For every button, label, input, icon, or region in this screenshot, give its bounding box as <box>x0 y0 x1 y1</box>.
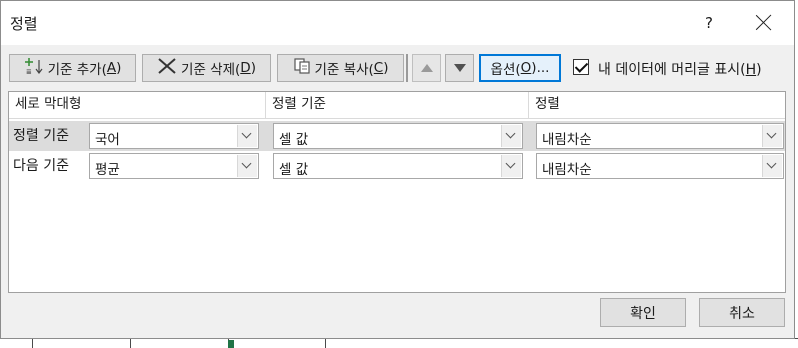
move-down-button[interactable] <box>445 54 474 82</box>
chevron-down-icon[interactable] <box>237 125 257 147</box>
delete-x-icon <box>157 57 177 79</box>
delete-level-button[interactable]: 기준 삭제(D) <box>142 54 271 82</box>
chevron-down-icon[interactable] <box>501 125 521 147</box>
sort-levels-grid: 세로 막대형 정렬 기준 정렬 정렬 기준 국어 셀 값 내림차순 다음 기준 … <box>8 91 786 293</box>
chevron-down-icon[interactable] <box>501 155 521 177</box>
copy-level-label: 기준 복사( <box>314 62 374 78</box>
spreadsheet-row <box>0 338 798 348</box>
options-button[interactable]: 옵션(O)... <box>479 54 561 82</box>
level-label: 정렬 기준 <box>13 128 69 144</box>
column-select[interactable]: 국어 <box>89 123 259 149</box>
sort-level-row[interactable]: 정렬 기준 국어 셀 값 내림차순 <box>9 121 785 151</box>
column-header: 세로 막대형 <box>9 92 266 119</box>
title-bar: 정렬 ? <box>1 1 794 45</box>
order-select[interactable]: 내림차순 <box>536 123 784 149</box>
ok-button[interactable]: 확인 <box>600 298 686 327</box>
header-checkbox-label[interactable]: 내 데이터에 머리글 표시(H) <box>598 59 762 79</box>
column-select[interactable]: 평균 <box>89 153 259 179</box>
sort-level-row[interactable]: 다음 기준 평균 셀 값 내림차순 <box>9 151 785 181</box>
sort-on-header: 정렬 기준 <box>266 92 529 119</box>
move-up-button[interactable] <box>412 54 441 82</box>
triangle-down-icon <box>453 60 466 76</box>
fill-handle <box>228 340 234 348</box>
cancel-button[interactable]: 취소 <box>699 298 785 327</box>
add-level-icon: ≣ <box>24 57 44 79</box>
dialog-title: 정렬 <box>10 15 38 33</box>
chevron-down-icon[interactable] <box>762 125 782 147</box>
add-level-button[interactable]: ≣ 기준 추가(A) <box>9 54 136 82</box>
sort-on-select[interactable]: 셀 값 <box>273 123 523 149</box>
sort-dialog: 정렬 ? ≣ 기준 추가(A) 기준 삭제(D) 기준 복사(C) 옵션… <box>0 0 795 339</box>
add-level-label: 기준 추가( <box>47 62 107 78</box>
order-select[interactable]: 내림차순 <box>536 153 784 179</box>
sort-on-select[interactable]: 셀 값 <box>273 153 523 179</box>
level-label: 다음 기준 <box>13 158 69 174</box>
chevron-down-icon[interactable] <box>762 155 782 177</box>
triangle-up-icon <box>420 60 433 76</box>
order-header: 정렬 <box>529 92 785 119</box>
toolbar-separator <box>406 54 408 82</box>
delete-level-label: 기준 삭제( <box>181 62 241 78</box>
copy-icon <box>293 57 311 79</box>
close-icon[interactable] <box>751 10 777 36</box>
chevron-down-icon[interactable] <box>237 155 257 177</box>
options-label: 옵션( <box>490 62 521 78</box>
help-button[interactable]: ? <box>697 11 721 35</box>
copy-level-button[interactable]: 기준 복사(C) <box>277 54 404 82</box>
svg-text:≣: ≣ <box>26 68 32 75</box>
header-checkbox[interactable] <box>573 59 589 75</box>
